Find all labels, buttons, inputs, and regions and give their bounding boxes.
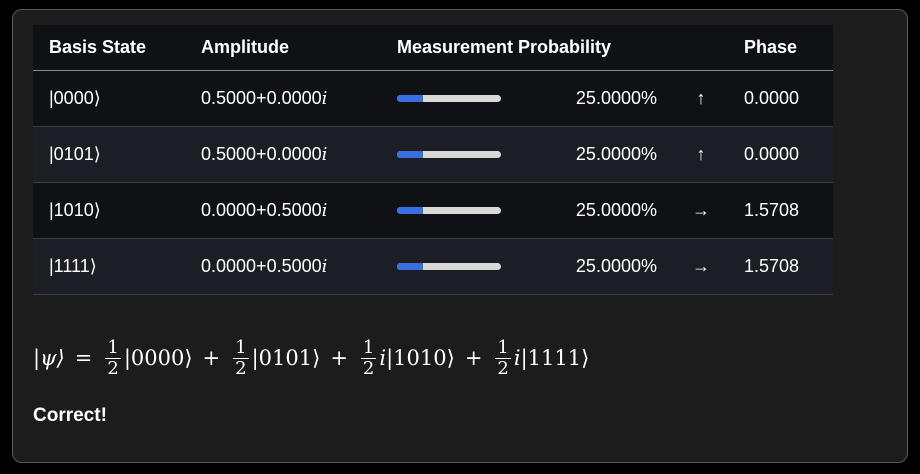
state-table: Basis State Amplitude Measurement Probab… <box>33 25 833 295</box>
probability-text: 25.0000% <box>575 88 657 108</box>
probability-bar-fill <box>397 151 423 158</box>
table-row: |1010⟩ 0.0000+0.5000 i 25.0000% → 1.5708 <box>33 183 833 239</box>
phase-value: 1.5708 <box>744 256 800 276</box>
formula-plus: + <box>202 346 221 370</box>
formula-plus: + <box>464 346 483 370</box>
amplitude-cell: 0.0000+0.5000 i <box>201 239 327 294</box>
probability-bar <box>397 207 501 214</box>
phase-arrow-icon: → <box>692 200 710 220</box>
phase-value: 0.0000 <box>744 144 800 164</box>
formula-equals: = <box>74 346 93 370</box>
imaginary-unit: i <box>321 256 328 277</box>
imaginary-unit: i <box>321 200 328 221</box>
fraction-denominator: 2 <box>105 357 121 379</box>
probability-text: 25.0000% <box>575 144 657 164</box>
probability-bar <box>397 151 501 158</box>
table-row: |1111⟩ 0.0000+0.5000 i 25.0000% → 1.5708 <box>33 239 833 295</box>
formula-fraction: 12 <box>495 336 511 379</box>
fraction-numerator: 1 <box>497 336 509 358</box>
formula-ket: |0000⟩ <box>123 346 193 370</box>
fraction-numerator: 1 <box>235 336 247 358</box>
amplitude-value: 0.0000+0.5000 <box>201 256 322 276</box>
formula-ket: |1010⟩ <box>386 346 455 370</box>
probability-bar-cell <box>397 183 501 238</box>
fraction-numerator: 1 <box>107 336 119 358</box>
basis-state-cell: |0101⟩ <box>49 144 101 164</box>
fraction-denominator: 2 <box>360 357 377 379</box>
formula-ket: |0101⟩ <box>251 346 321 370</box>
probability-bar-fill <box>397 95 423 102</box>
table-header: Basis State Amplitude Measurement Probab… <box>33 25 833 71</box>
probability-text: 25.0000% <box>575 256 657 276</box>
header-amplitude: Amplitude <box>201 37 289 57</box>
phase-arrow-icon: ↑ <box>696 88 706 108</box>
probability-bar-cell <box>397 127 501 182</box>
probability-bar-fill <box>397 207 423 214</box>
formula-fraction: 12 <box>105 336 121 379</box>
basis-state-cell: |0000⟩ <box>49 88 101 108</box>
formula-coefficient: i <box>379 346 387 370</box>
basis-state-cell: |1111⟩ <box>49 256 97 276</box>
phase-value: 0.0000 <box>744 88 800 108</box>
amplitude-cell: 0.5000+0.0000 i <box>201 127 327 182</box>
probability-bar-fill <box>397 263 423 270</box>
header-measurement-probability: Measurement Probability <box>397 37 612 57</box>
header-phase: Phase <box>744 37 798 57</box>
table-row: |0000⟩ 0.5000+0.0000 i 25.0000% ↑ 0.0000 <box>33 71 833 127</box>
basis-state-cell: |1010⟩ <box>49 200 101 220</box>
imaginary-unit: i <box>321 144 328 165</box>
phase-arrow-icon: ↑ <box>696 144 706 164</box>
fraction-denominator: 2 <box>233 357 249 379</box>
fraction-numerator: 1 <box>362 336 375 358</box>
amplitude-value: 0.0000+0.5000 <box>201 200 322 220</box>
fraction-denominator: 2 <box>495 357 511 379</box>
header-basis-state: Basis State <box>49 37 147 57</box>
table-row: |0101⟩ 0.5000+0.0000 i 25.0000% ↑ 0.0000 <box>33 127 833 183</box>
formula-coefficient: i <box>513 346 521 370</box>
result-status-message: Correct! <box>33 405 107 426</box>
amplitude-cell: 0.0000+0.5000 i <box>201 183 327 238</box>
formula-fraction: 12 <box>233 336 249 379</box>
amplitude-cell: 0.5000+0.0000 i <box>201 71 327 126</box>
probability-bar <box>397 263 501 270</box>
phase-value: 1.5708 <box>744 200 800 220</box>
formula-ket: |1111⟩ <box>520 346 590 370</box>
phase-arrow-icon: → <box>692 256 710 276</box>
probability-text: 25.0000% <box>575 200 657 220</box>
amplitude-value: 0.5000+0.0000 <box>201 88 322 108</box>
formula-fraction: 12 <box>360 336 377 379</box>
imaginary-unit: i <box>321 88 328 109</box>
formula-plus: + <box>330 346 348 370</box>
probability-bar <box>397 95 501 102</box>
state-vector-formula: |ψ⟩ = 12 |0000⟩ + 12 |0101⟩ + 12 i |1010… <box>33 330 589 386</box>
formula-lhs: |ψ⟩ <box>33 346 65 370</box>
probability-bar-cell <box>397 71 501 126</box>
amplitude-value: 0.5000+0.0000 <box>201 144 322 164</box>
probability-bar-cell <box>397 239 501 294</box>
